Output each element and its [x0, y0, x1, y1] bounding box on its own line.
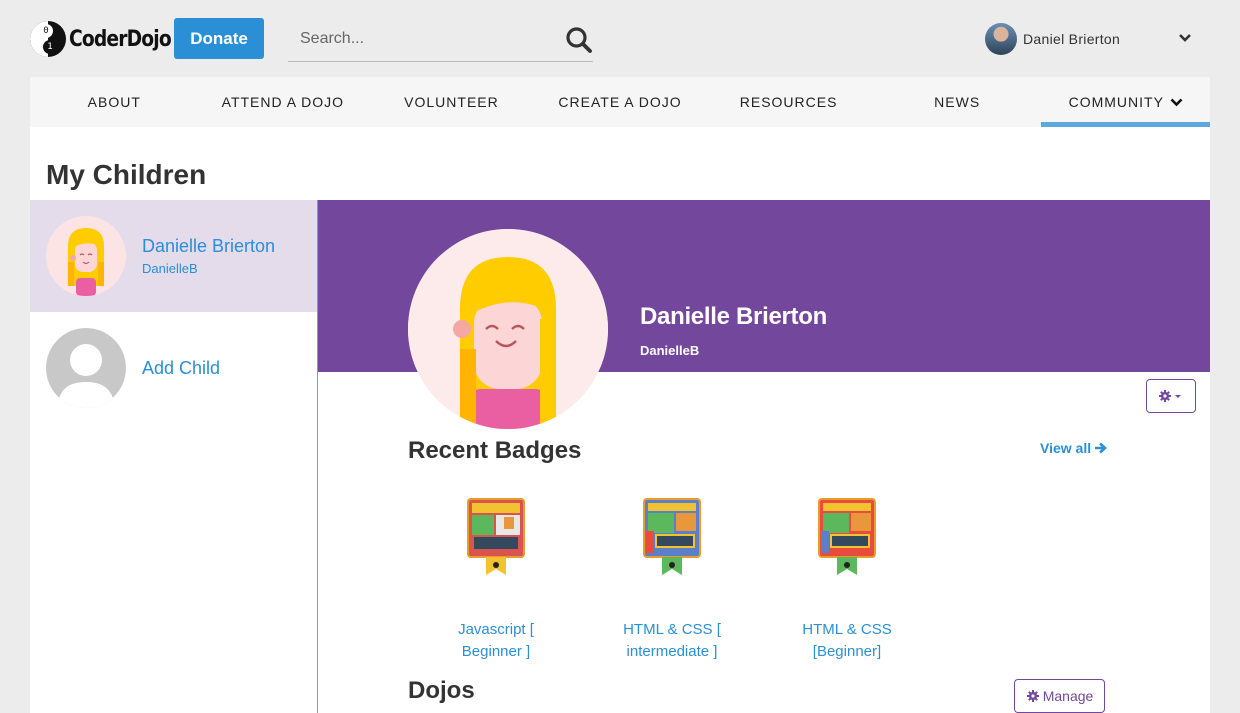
profile-avatar — [408, 229, 608, 429]
child-name[interactable]: Danielle Brierton — [142, 236, 275, 257]
manage-button[interactable]: Manage — [1014, 679, 1105, 713]
badge-label[interactable]: Javascript [ Beginner ] — [431, 619, 561, 663]
nav-item-about[interactable]: ABOUT — [30, 77, 199, 127]
user-avatar — [985, 23, 1017, 55]
search-input[interactable] — [288, 18, 558, 60]
logo-text: CoderDojo — [69, 26, 172, 52]
dojos-title: Dojos — [408, 677, 475, 704]
html-css-badge-icon — [643, 498, 701, 575]
badge-item[interactable]: Javascript [ Beginner ] — [431, 497, 561, 663]
search-bar — [288, 18, 593, 62]
badge-item[interactable]: HTML & CSS [Beginner] — [782, 497, 912, 663]
add-child-link[interactable]: Add Child — [142, 358, 220, 379]
recent-badges-title: Recent Badges — [408, 437, 582, 464]
nav-item-volunteer[interactable]: VOLUNTEER — [367, 77, 536, 127]
gear-icon — [1026, 690, 1039, 702]
arrow-right-icon — [1095, 442, 1108, 454]
nav-item-resources[interactable]: RESOURCES — [704, 77, 873, 127]
settings-button[interactable] — [1146, 379, 1196, 413]
logo-icon: 0 1 — [30, 21, 66, 57]
user-menu[interactable]: Daniel Brierton — [985, 23, 1120, 55]
view-all-link[interactable]: View all — [1040, 440, 1108, 456]
nav-item-create-a-dojo[interactable]: CREATE A DOJO — [536, 77, 705, 127]
search-icon[interactable] — [565, 26, 593, 54]
child-username: DanielleB — [142, 261, 198, 276]
chevron-down-icon — [1170, 98, 1183, 106]
profile-username: DanielleB — [640, 343, 700, 358]
main-nav: ABOUT ATTEND A DOJO VOLUNTEER CREATE A D… — [30, 77, 1210, 127]
nav-item-community[interactable]: COMMUNITY — [1041, 77, 1210, 127]
nav-item-news[interactable]: NEWS — [873, 77, 1042, 127]
view-all-label: View all — [1040, 440, 1092, 456]
child-avatar — [46, 216, 126, 296]
page-title: My Children — [46, 159, 207, 190]
profile-name: Danielle Brierton — [640, 303, 827, 330]
donate-button[interactable]: Donate — [174, 18, 264, 59]
main-panel: My Children Danielle Brierton DanielleB … — [30, 127, 1210, 713]
child-item[interactable]: Danielle Brierton DanielleB — [30, 200, 317, 312]
badge-label[interactable]: HTML & CSS [Beginner] — [782, 619, 912, 663]
user-name: Daniel Brierton — [1023, 31, 1121, 47]
coderdojo-logo[interactable]: 0 1 CoderDojo — [30, 20, 189, 58]
nav-item-attend-a-dojo[interactable]: ATTEND A DOJO — [199, 77, 368, 127]
add-child-item[interactable]: Add Child — [30, 312, 317, 424]
gear-icon — [1159, 390, 1181, 402]
badge-item[interactable]: HTML & CSS [ intermediate ] — [607, 497, 737, 663]
default-avatar-icon — [46, 328, 126, 408]
children-sidebar: Danielle Brierton DanielleB Add Child — [30, 200, 318, 713]
html-css-badge-icon — [818, 498, 876, 575]
nav-item-community-label: COMMUNITY — [1068, 94, 1164, 110]
javascript-badge-icon — [467, 498, 525, 575]
manage-label: Manage — [1042, 688, 1094, 704]
badge-label[interactable]: HTML & CSS [ intermediate ] — [607, 619, 737, 663]
chevron-down-icon[interactable] — [1178, 33, 1192, 43]
